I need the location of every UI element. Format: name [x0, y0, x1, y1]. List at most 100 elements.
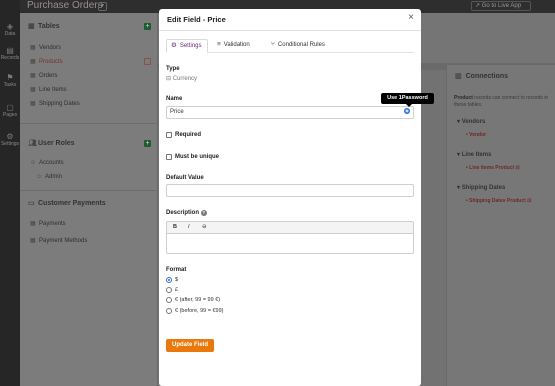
app-title: Purchase Orders: [27, 0, 103, 11]
sidebar-item-label: Payments: [39, 221, 66, 227]
sidebar-item-label: Products: [39, 59, 63, 65]
connections-panel: ▥ Connections Product records can connect…: [446, 65, 555, 386]
sidebar-item-line-items[interactable]: ▦ Line Items: [30, 86, 67, 93]
table-icon: ▦: [30, 73, 36, 79]
sidebar-item-orders[interactable]: ▦ Orders: [30, 72, 57, 79]
tasks-icon: ⚑: [6, 73, 14, 82]
name-label: Name: [166, 96, 183, 102]
sidebar-item-admin[interactable]: ☺ Admin: [36, 174, 62, 180]
format-radio-pound[interactable]: [166, 287, 172, 293]
table-icon: ▦: [30, 59, 36, 65]
bold-button[interactable]: B: [173, 224, 177, 230]
help-icon[interactable]: ?: [200, 210, 207, 216]
tab-validation[interactable]: ≡ Validation: [213, 39, 263, 53]
tab-label: Validation: [223, 42, 250, 48]
sidebar: ▦ Tables + ▦ Vendors ▦ Products ▦ Orders ▦ Li…: [20, 13, 158, 386]
rail-item-tasks[interactable]: ⚑ Tasks: [0, 73, 20, 88]
password-manager-tooltip: Use 1Password: [381, 93, 434, 107]
connection-group-shipping-dates[interactable]: ▾ Shipping Dates: [457, 184, 505, 191]
rail-item-records[interactable]: ▤ Records: [0, 46, 20, 61]
edit-field-modal: Edit Field - Price × ⚙ Settings ≡ Validati…: [159, 9, 421, 386]
format-label: Format: [166, 267, 187, 273]
connection-item-shipping-dates-product[interactable]: • Shipping Dates Product ⊡: [466, 198, 531, 204]
description-editor[interactable]: [166, 234, 414, 254]
format-radio-dollar[interactable]: [166, 277, 172, 283]
description-label-text: Description: [166, 210, 200, 216]
format-option-label: € (after, 99 = 99 €): [175, 297, 221, 303]
connections-icon: ▥: [455, 73, 462, 80]
sidebar-item-payments[interactable]: ▦ Payments: [30, 220, 66, 227]
table-icon: ▦: [30, 238, 36, 244]
users-icon: 👥︎: [28, 140, 37, 147]
table-icon: ▦: [28, 23, 35, 30]
format-option-label: $: [175, 277, 179, 283]
close-icon[interactable]: ×: [408, 12, 414, 24]
connections-description: Product records can connect to records i…: [454, 95, 554, 109]
tab-label: Conditional Rules: [277, 42, 325, 48]
required-checkbox[interactable]: [166, 132, 172, 138]
format-radio-euro-after[interactable]: [166, 297, 172, 303]
rail-item-data[interactable]: ◈ Data: [0, 22, 20, 37]
sidebar-item-payment-methods[interactable]: ▦ Payment Methods: [30, 237, 87, 244]
unique-checkbox[interactable]: [166, 154, 172, 160]
sidebar-item-label: Admin: [45, 174, 63, 180]
update-field-button[interactable]: Update Field: [166, 339, 214, 352]
italic-button[interactable]: I: [188, 224, 190, 230]
sidebar-item-label: Orders: [39, 73, 58, 79]
user-roles-heading-label: User Roles: [38, 140, 75, 147]
sidebar-item-shipping-dates[interactable]: ▦ Shipping Dates: [30, 100, 80, 107]
connection-group-label: Shipping Dates: [461, 185, 506, 191]
connection-group-vendors[interactable]: ▾ Vendors: [457, 118, 485, 125]
password-manager-icon[interactable]: ◉: [404, 108, 410, 114]
tab-conditional-rules[interactable]: ⑂ Conditional Rules: [267, 39, 337, 53]
connections-table-name: Product: [454, 95, 473, 101]
unique-label: Must be unique: [175, 154, 219, 160]
add-role-button[interactable]: +: [144, 140, 151, 147]
database-icon: ◈: [6, 22, 14, 31]
sidebar-item-label: Payment Methods: [39, 238, 88, 244]
card-icon: ▭: [28, 200, 35, 207]
connection-item-vendor[interactable]: • Vendor: [466, 132, 486, 138]
products-options-button[interactable]: [144, 58, 151, 65]
format-radio-euro-before[interactable]: [166, 308, 172, 314]
sidebar-item-vendors[interactable]: ▦ Vendors: [30, 44, 61, 51]
type-value-text: Currency: [172, 76, 198, 82]
connection-group-label: Vendors: [461, 119, 486, 125]
checklist-icon: ≡: [217, 41, 221, 48]
currency-icon: ⊟: [166, 76, 172, 82]
table-icon: ▦: [30, 101, 36, 107]
modal-tabs: ⚙ Settings ≡ Validation ⑂ Conditional Rules: [166, 39, 414, 53]
add-table-button[interactable]: +: [144, 23, 151, 30]
rail-item-pages[interactable]: ▢ Pages: [0, 103, 20, 118]
link-button[interactable]: ⊖: [202, 224, 207, 230]
format-option-label: € (before, 99 = €99): [175, 308, 224, 314]
user-icon: ☺: [36, 174, 43, 180]
rail-label: Pages: [2, 112, 18, 118]
type-label: Type: [166, 66, 180, 72]
name-input[interactable]: Price: [166, 106, 414, 119]
divider: [20, 190, 158, 191]
modal-divider: [159, 30, 421, 31]
tab-settings[interactable]: ⚙ Settings: [166, 39, 208, 53]
default-value-input[interactable]: [166, 184, 414, 197]
sidebar-item-accounts[interactable]: ☺ Accounts: [30, 160, 64, 166]
gear-icon: ⚙: [171, 42, 177, 49]
go-to-live-app-label: Go to Live App: [481, 3, 522, 9]
rail-label: Records: [0, 55, 20, 61]
table-icon: ▦: [30, 45, 36, 51]
sidebar-item-products[interactable]: ▦ Products: [30, 58, 63, 65]
app-switcher-button[interactable]: ▾: [98, 2, 107, 11]
records-icon: ▤: [6, 46, 14, 55]
required-label: Required: [175, 132, 202, 138]
type-value: ⊟ Currency: [166, 75, 197, 82]
connection-item-line-items-product[interactable]: • Line Items Product ⊡: [466, 165, 520, 171]
rail-item-settings[interactable]: ⚙ Settings: [0, 132, 20, 147]
connections-heading-label: Connections: [465, 73, 509, 80]
modal-title: Edit Field - Price: [167, 15, 226, 24]
connection-group-line-items[interactable]: ▾ Line Items: [457, 151, 491, 158]
rail-label: Data: [4, 31, 16, 37]
sidebar-item-label: Accounts: [39, 160, 64, 166]
go-to-live-app-button[interactable]: ↗ Go to Live App: [471, 1, 531, 11]
connection-item-label: Line Items Product: [469, 165, 515, 171]
tab-label: Settings: [179, 43, 202, 49]
